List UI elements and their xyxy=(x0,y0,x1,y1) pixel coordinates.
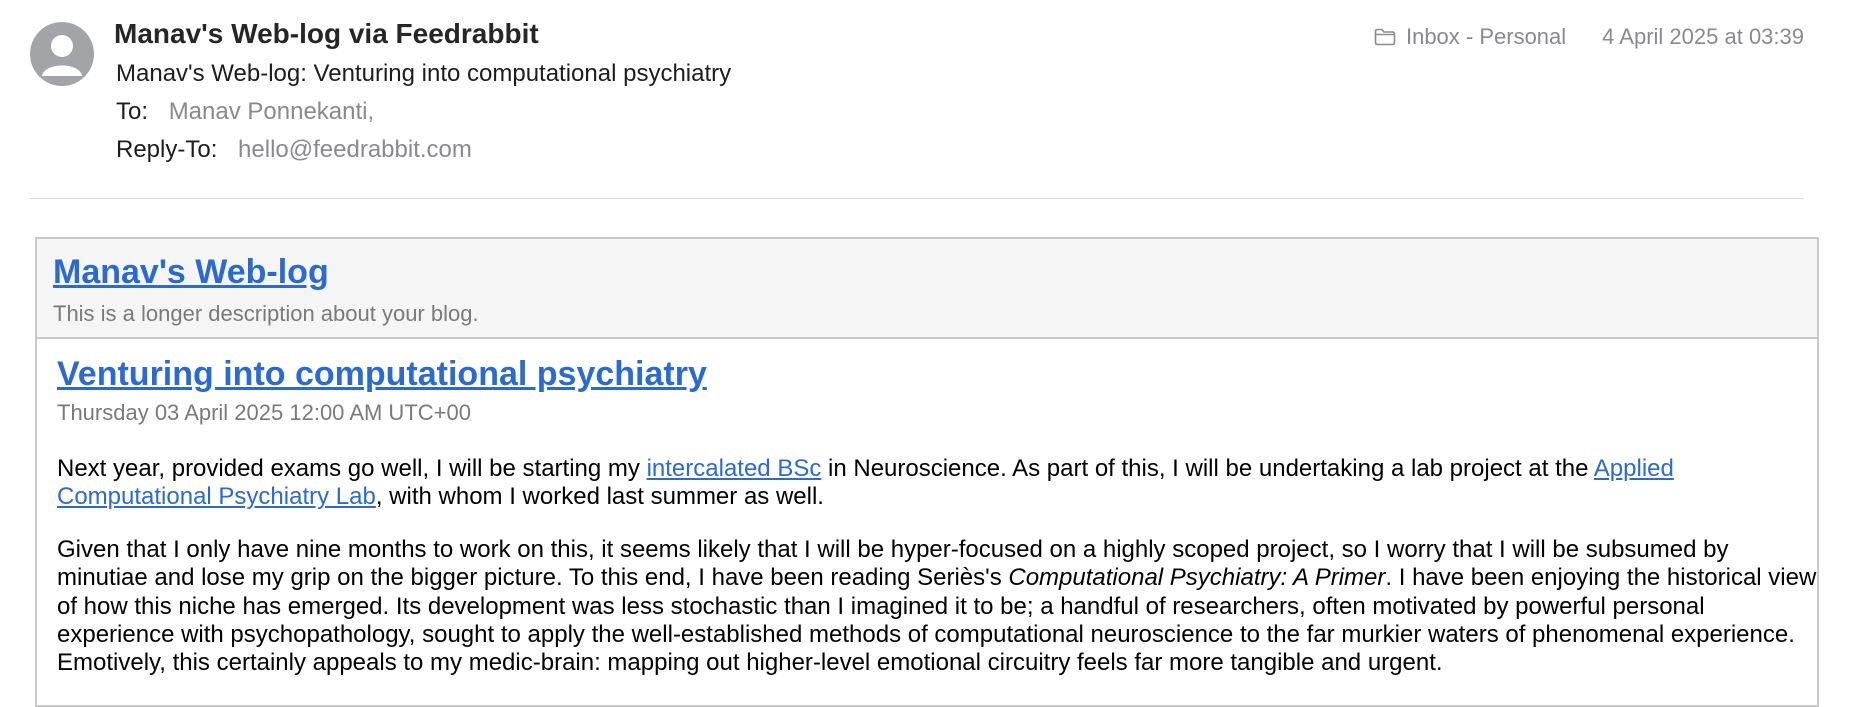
post-date: Thursday 03 April 2025 12:00 AM UTC+00 xyxy=(57,400,471,425)
newsletter-content: Manav's Web-log This is a longer descrip… xyxy=(35,237,1819,707)
paragraph: Next year, provided exams go well, I wil… xyxy=(57,455,1817,512)
message-date: 4 April 2025 at 03:39 xyxy=(1602,24,1804,49)
blog-header: Manav's Web-log This is a longer descrip… xyxy=(37,239,1817,339)
message-meta: Inbox - Personal 4 April 2025 at 03:39 xyxy=(1374,24,1804,50)
person-avatar-icon xyxy=(30,22,94,86)
sender-name[interactable]: Manav's Web-log via Feedrabbit xyxy=(114,18,539,50)
blog-title-link[interactable]: Manav's Web-log xyxy=(53,253,329,292)
reply-to-row: Reply-To: hello@feedrabbit.com xyxy=(116,136,472,164)
message-header: Manav's Web-log via Feedrabbit Manav's W… xyxy=(0,0,1852,200)
paragraph-text: , with whom I worked last summer as well… xyxy=(375,483,824,511)
reply-to-label: Reply-To: xyxy=(116,136,218,163)
message-subject: Manav's Web-log: Venturing into computat… xyxy=(116,60,732,87)
reply-to-address[interactable]: hello@feedrabbit.com xyxy=(238,136,472,163)
intercalated-bsc-link[interactable]: intercalated BSc xyxy=(647,455,822,482)
post-body: Next year, provided exams go well, I wil… xyxy=(57,455,1817,702)
paragraph-text: in Neuroscience. As part of this, I will… xyxy=(821,455,1594,482)
header-divider xyxy=(30,198,1804,199)
post-title-link[interactable]: Venturing into computational psychiatry xyxy=(57,355,707,394)
paragraph: Given that I only have nine months to wo… xyxy=(57,536,1817,678)
paragraph-text: Next year, provided exams go well, I wil… xyxy=(57,455,647,482)
to-label: To: xyxy=(116,98,149,125)
to-recipient[interactable]: Manav Ponnekanti, xyxy=(169,98,374,125)
mailbox-name[interactable]: Inbox - Personal xyxy=(1406,24,1566,50)
folder-icon xyxy=(1374,28,1396,46)
to-row: To: Manav Ponnekanti, xyxy=(116,98,374,126)
blog-description: This is a longer description about your … xyxy=(53,301,479,326)
book-title: Computational Psychiatry: A Primer xyxy=(1008,564,1386,592)
